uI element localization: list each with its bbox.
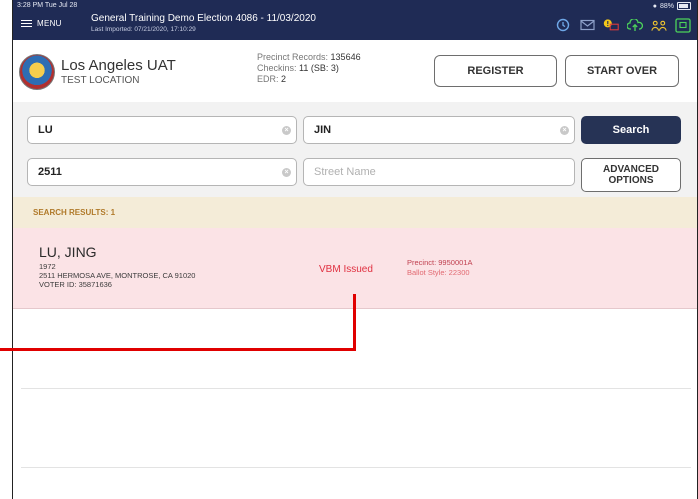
precinct-number: Precinct: 9950001A xyxy=(407,258,473,267)
clear-icon[interactable]: × xyxy=(282,168,291,177)
search-button[interactable]: Search xyxy=(581,116,681,144)
precinct-records-row: Precinct Records: 135646 xyxy=(257,52,361,63)
checkins-value: 11 (SB: 3) xyxy=(299,63,339,73)
battery-percent: 88% xyxy=(659,2,674,10)
location-name: Los Angeles UAT xyxy=(61,57,176,74)
empty-row-divider xyxy=(21,388,691,389)
first-name-input[interactable]: JIN × xyxy=(303,116,575,144)
header-bar: 3:28 PM Tue Jul 28 ● 88% MENU General Tr… xyxy=(13,0,697,40)
hamburger-icon xyxy=(21,19,32,28)
search-results-count: SEARCH RESULTS: 1 xyxy=(13,197,697,228)
callout-line-horizontal xyxy=(0,348,356,351)
users-icon[interactable] xyxy=(651,17,667,33)
ballot-style-text: Ballot Style: 22300 xyxy=(407,268,470,277)
mail-icon[interactable] xyxy=(579,17,595,33)
house-number-value: 2511 xyxy=(38,166,62,178)
precinct-records-value: 135646 xyxy=(330,52,361,62)
street-name-placeholder: Street Name xyxy=(314,166,376,178)
register-button[interactable]: REGISTER xyxy=(434,55,557,87)
battery-icon xyxy=(677,2,691,10)
battery-indicator: ● 88% xyxy=(653,2,691,10)
callout-line-vertical xyxy=(353,294,356,351)
alert-printer-icon[interactable] xyxy=(603,17,619,33)
precinct-stats: Precinct Records: 135646 Checkins: 11 (S… xyxy=(257,52,361,85)
history-icon[interactable] xyxy=(555,17,571,33)
app-window: 3:28 PM Tue Jul 28 ● 88% MENU General Tr… xyxy=(12,0,698,499)
election-title: General Training Demo Election 4086 - 11… xyxy=(91,13,316,24)
advanced-label-line-2: OPTIONS xyxy=(608,175,654,186)
precinct-info: Precinct: 9950001A Ballot Style: 22300 xyxy=(407,258,472,278)
county-seal-logo xyxy=(19,54,55,90)
wifi-icon: ● xyxy=(652,2,657,10)
advanced-options-button[interactable]: ADVANCED OPTIONS xyxy=(581,158,681,192)
search-panel: LU × JIN × Search 2511 × Street Name ADV… xyxy=(13,102,697,197)
cloud-upload-icon[interactable] xyxy=(627,17,643,33)
voter-name: LU, JING xyxy=(39,244,97,260)
precinct-records-label: Precinct Records: xyxy=(257,52,329,62)
start-over-button[interactable]: START OVER xyxy=(565,55,679,87)
last-imported: Last Imported: 07/21/2020, 17:10:29 xyxy=(91,26,196,33)
edr-row: EDR: 2 xyxy=(257,74,361,85)
clear-icon[interactable]: × xyxy=(282,126,291,135)
voter-id: VOTER ID: 35871636 xyxy=(39,280,112,289)
edr-label: EDR: xyxy=(257,74,279,84)
last-name-input[interactable]: LU × xyxy=(27,116,297,144)
edr-value: 2 xyxy=(281,74,287,84)
checkins-row: Checkins: 11 (SB: 3) xyxy=(257,63,361,74)
voter-status: VBM Issued xyxy=(319,264,373,275)
first-name-value: JIN xyxy=(314,124,332,136)
menu-button[interactable]: MENU xyxy=(21,19,62,28)
empty-row-divider xyxy=(21,467,691,468)
house-number-input[interactable]: 2511 × xyxy=(27,158,297,186)
display-icon[interactable] xyxy=(675,17,691,33)
page: 3:28 PM Tue Jul 28 ● 88% MENU General Tr… xyxy=(0,0,698,499)
advanced-label-line-1: ADVANCED xyxy=(603,164,659,175)
voter-birth-year: 1972 xyxy=(39,262,56,271)
last-name-value: LU xyxy=(38,124,53,136)
street-name-input[interactable]: Street Name xyxy=(303,158,575,186)
ballot-style: Ballot Style: 22300 xyxy=(407,268,472,278)
clear-icon[interactable]: × xyxy=(560,126,569,135)
voter-address: 2511 HERMOSA AVE, MONTROSE, CA 91020 xyxy=(39,271,196,280)
header-icons xyxy=(555,17,691,33)
location-subtitle: TEST LOCATION xyxy=(61,75,140,86)
status-time: 3:28 PM Tue Jul 28 xyxy=(17,2,78,9)
checkins-label: Checkins: xyxy=(257,63,297,73)
menu-label: MENU xyxy=(37,19,62,28)
